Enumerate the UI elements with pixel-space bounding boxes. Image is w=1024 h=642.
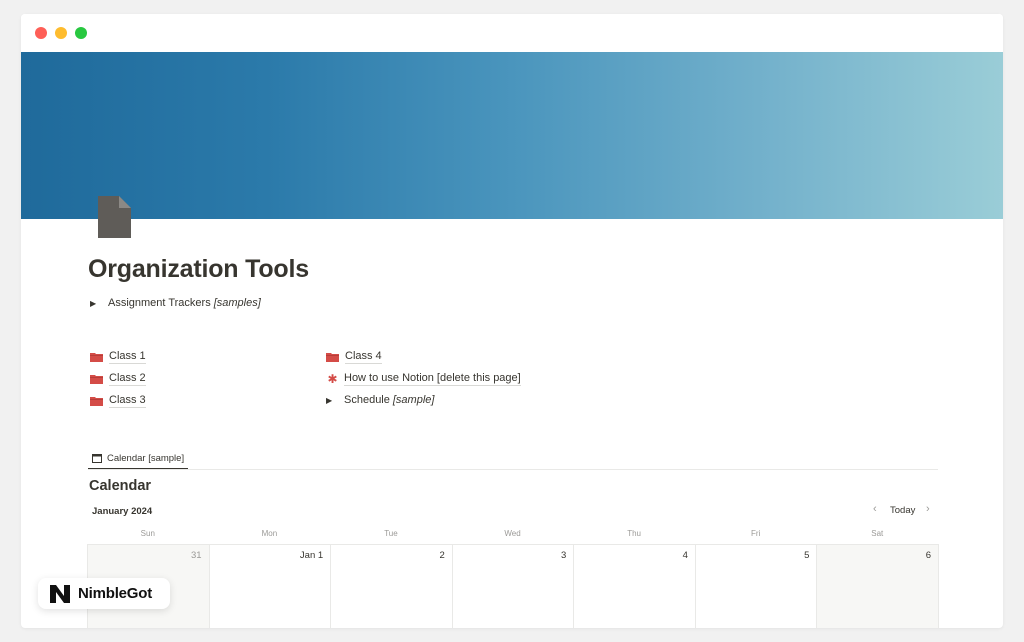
calendar-day-cell[interactable]: 4 xyxy=(574,545,696,628)
calendar-title[interactable]: Calendar xyxy=(89,478,151,494)
weekday-label: Sun xyxy=(140,529,155,538)
calendar-month: January 2024 xyxy=(92,506,153,517)
day-number: 6 xyxy=(925,550,932,561)
calendar-day-cell[interactable]: 6 xyxy=(817,545,940,628)
toggle-label-italic: [samples] xyxy=(213,297,261,309)
link-class-1[interactable]: Class 1 xyxy=(90,350,146,364)
day-number: 2 xyxy=(439,550,445,561)
schedule-toggle[interactable]: ▶ Schedule [sample] xyxy=(326,394,434,406)
chevron-left-icon[interactable]: ‹ xyxy=(873,503,877,515)
toggle-arrow-icon[interactable]: ▶ xyxy=(90,299,108,308)
link-label: Class 3 xyxy=(109,394,146,408)
toggle-arrow-icon[interactable]: ▶ xyxy=(326,396,344,405)
link-label: Class 2 xyxy=(109,372,146,386)
nimblegot-watermark: NimbleGot xyxy=(38,578,170,609)
maximize-window-button[interactable] xyxy=(75,27,87,39)
link-label: Class 4 xyxy=(345,350,382,364)
minimize-window-button[interactable] xyxy=(55,27,67,39)
link-label: How to use Notion [delete this page] xyxy=(344,372,521,386)
link-class-3[interactable]: Class 3 xyxy=(90,394,146,408)
day-number: 31 xyxy=(191,550,202,561)
folder-icon xyxy=(90,353,103,362)
nimblegot-logo-icon xyxy=(50,584,70,603)
folder-icon xyxy=(90,375,103,384)
page-document-icon[interactable] xyxy=(95,195,133,239)
link-label: Class 1 xyxy=(109,350,146,364)
tab-calendar-sample[interactable]: Calendar [sample] xyxy=(88,448,189,470)
weekday-label: Fri xyxy=(751,529,761,538)
chevron-right-icon[interactable]: › xyxy=(926,503,930,515)
tab-divider xyxy=(88,469,938,470)
weekday-header: Sun Mon Tue Wed Thu Fri Sat xyxy=(87,527,938,545)
day-number: Jan 1 xyxy=(299,550,324,561)
calendar-grid: 31 Jan 1 2 3 4 5 6 xyxy=(87,544,940,628)
link-class-2[interactable]: Class 2 xyxy=(90,372,146,386)
app-window: Organization Tools ▶ Assignment Trackers… xyxy=(21,14,1003,628)
assignment-trackers-toggle[interactable]: ▶ Assignment Trackers [samples] xyxy=(90,297,261,309)
folder-icon xyxy=(90,397,103,406)
asterisk-icon: ✱ xyxy=(327,372,338,386)
tab-label: Calendar [sample] xyxy=(107,452,185,464)
toggle-label-italic: [sample] xyxy=(392,394,435,406)
link-class-4[interactable]: Class 4 xyxy=(326,350,382,364)
folder-icon xyxy=(326,353,339,362)
toggle-label: Schedule xyxy=(344,394,390,406)
calendar-icon xyxy=(92,453,102,463)
close-window-button[interactable] xyxy=(35,27,47,39)
weekday-label: Thu xyxy=(627,529,641,538)
badge-text: NimbleGot xyxy=(78,585,153,602)
calendar-day-cell[interactable]: 5 xyxy=(695,545,818,628)
day-number: 5 xyxy=(804,550,810,561)
title-bar xyxy=(21,14,1003,52)
link-how-to-use-notion[interactable]: ✱ How to use Notion [delete this page] xyxy=(326,372,521,386)
weekday-label: Wed xyxy=(504,529,521,538)
day-number: 4 xyxy=(682,550,688,561)
calendar-day-cell[interactable]: 2 xyxy=(331,545,453,628)
weekday-label: Mon xyxy=(261,529,278,538)
page-title[interactable]: Organization Tools xyxy=(88,255,309,284)
calendar-day-cell[interactable]: Jan 1 xyxy=(209,545,332,628)
weekday-label: Sat xyxy=(871,529,884,538)
today-button[interactable]: Today xyxy=(890,505,915,516)
page-cover[interactable] xyxy=(21,52,1003,219)
weekday-label: Tue xyxy=(384,529,398,538)
calendar-day-cell[interactable]: 3 xyxy=(452,545,575,628)
day-number: 3 xyxy=(561,550,567,561)
toggle-label: Assignment Trackers xyxy=(108,297,211,309)
